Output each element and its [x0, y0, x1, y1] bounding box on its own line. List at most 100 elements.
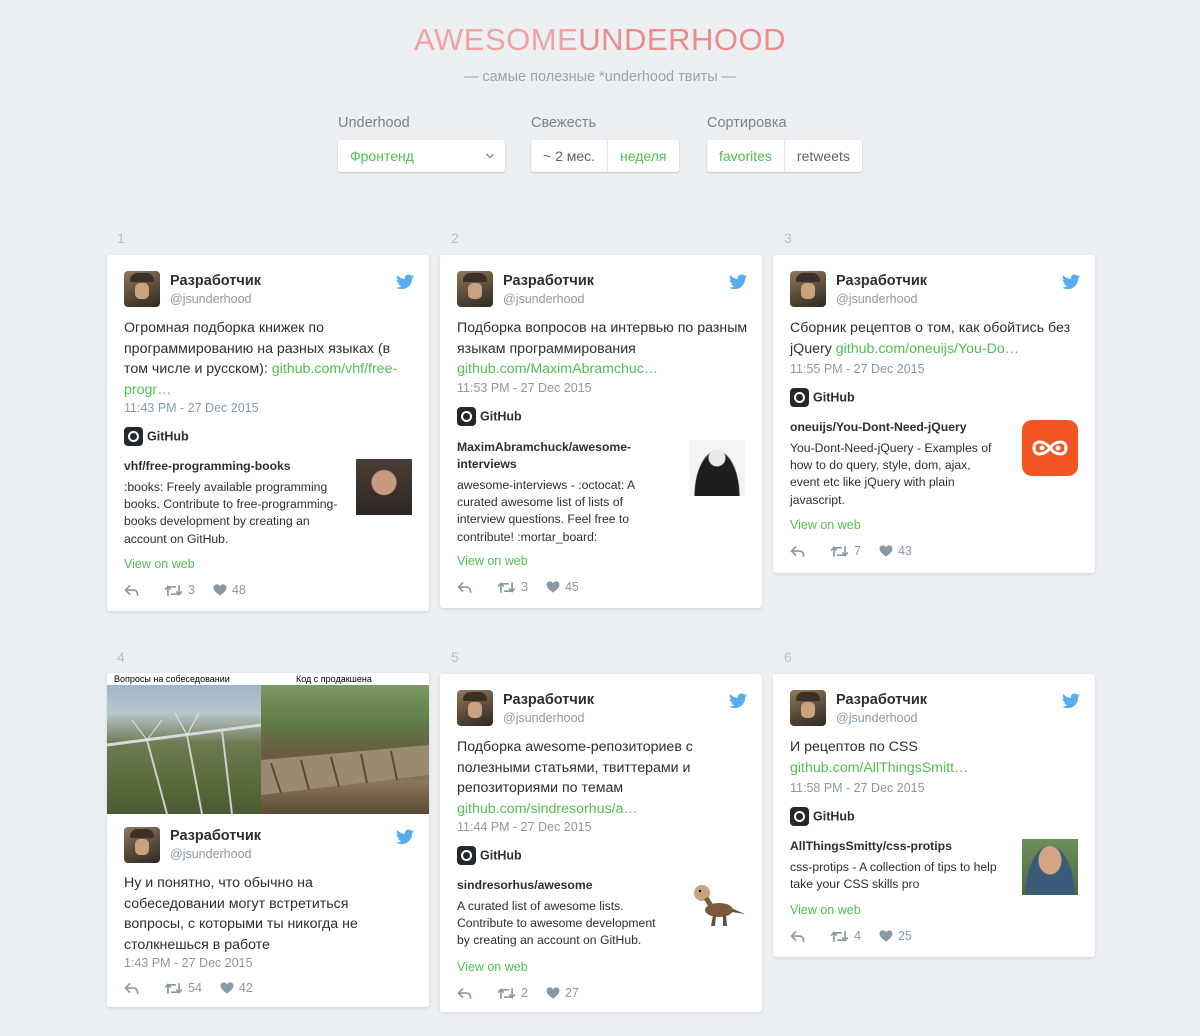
site-subtitle: — самые полезные *underhood твиты —: [463, 69, 737, 85]
tweet-date[interactable]: 11:44 PM - 27 Dec 2015: [457, 820, 592, 834]
author-name[interactable]: Разработчик: [836, 692, 927, 708]
tweet-text: Подборка awesome-репозиториев с полезным…: [457, 739, 693, 817]
avatar[interactable]: [790, 271, 826, 307]
tweet-text: Сборник рецептов о том, как обойтись без…: [790, 320, 1071, 357]
twitter-bird-icon[interactable]: [396, 274, 414, 290]
like-button[interactable]: 48: [213, 583, 246, 597]
photo-bridge-right: [261, 685, 429, 814]
reply-icon: [790, 545, 805, 558]
reply-button[interactable]: [790, 930, 810, 943]
twitter-bird-icon[interactable]: [396, 829, 414, 845]
freshness-option-week[interactable]: неделя: [607, 140, 678, 172]
photo-caption-right: Код с продакшена: [261, 673, 429, 685]
retweet-count: 2: [521, 986, 528, 1000]
author-handle[interactable]: @jsunderhood: [170, 292, 252, 306]
view-on-web-link[interactable]: View on web: [124, 557, 195, 571]
repo-title[interactable]: oneuijs/You-Dont-Need-jQuery: [790, 419, 1005, 436]
avatar[interactable]: [124, 827, 160, 863]
freshness-toggle: ~ 2 мес. неделя: [531, 140, 679, 172]
author-handle[interactable]: @jsunderhood: [503, 292, 585, 306]
like-button[interactable]: 42: [220, 981, 253, 995]
author-name[interactable]: Разработчик: [503, 692, 594, 708]
avatar[interactable]: [457, 271, 493, 307]
tweet-date[interactable]: 11:58 PM - 27 Dec 2015: [790, 781, 925, 795]
underhood-filter: Underhood Фронтенд: [338, 115, 508, 175]
author-handle[interactable]: @jsunderhood: [170, 847, 252, 861]
github-source[interactable]: GitHub: [457, 406, 522, 427]
author-handle[interactable]: @jsunderhood: [836, 292, 918, 306]
tweet-date[interactable]: 11:53 PM - 27 Dec 2015: [457, 381, 592, 395]
author-name[interactable]: Разработчик: [170, 828, 261, 844]
reply-button[interactable]: [124, 982, 144, 995]
view-on-web-link[interactable]: View on web: [790, 903, 861, 917]
view-on-web-link[interactable]: View on web: [457, 960, 528, 974]
repo-title[interactable]: vhf/free-programming-books: [124, 458, 339, 475]
heart-icon: [879, 545, 893, 557]
retweet-button[interactable]: 3: [164, 583, 195, 597]
github-source[interactable]: GitHub: [124, 426, 189, 447]
tweet-date[interactable]: 11:43 PM - 27 Dec 2015: [124, 401, 259, 415]
retweet-button[interactable]: 54: [164, 981, 202, 995]
photo-bridge-left: [107, 685, 262, 814]
github-source[interactable]: GitHub: [790, 806, 855, 827]
reply-button[interactable]: [457, 581, 477, 594]
like-button[interactable]: 45: [546, 580, 579, 594]
author-name[interactable]: Разработчик: [170, 273, 261, 289]
reply-button[interactable]: [790, 545, 810, 558]
twitter-bird-icon[interactable]: [1062, 274, 1080, 290]
repo-title[interactable]: MaximAbramchuck/awesome-interviews: [457, 439, 647, 473]
tweet-card-5: Разработчик @jsunderhood Подборка awesom…: [440, 674, 762, 1012]
tweet-actions: 54 42: [124, 980, 271, 996]
tweet-photo[interactable]: Вопросы на собеседовании Код с продакшен…: [107, 673, 429, 814]
twitter-bird-icon[interactable]: [729, 274, 747, 290]
github-source[interactable]: GitHub: [790, 387, 855, 408]
repo-description: awesome-interviews - :octocat: A curated…: [457, 478, 635, 544]
heart-icon: [546, 987, 560, 999]
author-name[interactable]: Разработчик: [836, 273, 927, 289]
tweet-text: Подборка вопросов на интервью по разным …: [457, 320, 748, 377]
retweet-button[interactable]: 2: [497, 986, 528, 1000]
retweet-button[interactable]: 3: [497, 580, 528, 594]
retweet-button[interactable]: 4: [830, 929, 861, 943]
author-handle[interactable]: @jsunderhood: [503, 711, 585, 725]
twitter-bird-icon[interactable]: [729, 693, 747, 709]
tweet-link[interactable]: github.com/sindresorhus/a…: [457, 801, 638, 817]
freshness-option-2-months[interactable]: ~ 2 мес.: [531, 140, 607, 172]
logo-part1: AWESOME: [414, 22, 579, 57]
sort-option-retweets[interactable]: retweets: [783, 140, 862, 172]
tweet-link[interactable]: github.com/AllThingsSmitt…: [790, 760, 968, 776]
repo-title[interactable]: sindresorhus/awesome: [457, 877, 672, 894]
avatar[interactable]: [790, 690, 826, 726]
like-button[interactable]: 25: [879, 929, 912, 943]
author-name[interactable]: Разработчик: [503, 273, 594, 289]
sort-option-favorites[interactable]: favorites: [707, 140, 784, 172]
tweet-card-4: Вопросы на собеседовании Код с продакшен…: [107, 673, 429, 1007]
view-on-web-link[interactable]: View on web: [457, 554, 528, 568]
retweet-icon: [830, 545, 849, 558]
underhood-select[interactable]: Фронтенд: [338, 140, 505, 172]
tweet-date[interactable]: 1:43 PM - 27 Dec 2015: [124, 956, 253, 970]
site-logo[interactable]: AWESOMEUNDERHOOD: [0, 22, 1200, 58]
tweet-rank: 4: [117, 649, 125, 665]
retweet-button[interactable]: 7: [830, 544, 861, 558]
tweet-actions: 7 43: [790, 543, 930, 559]
author-handle[interactable]: @jsunderhood: [836, 711, 918, 725]
tweet-text: И рецептов по CSS github.com/AllThingsSm…: [790, 739, 969, 776]
tweet-link[interactable]: github.com/oneuijs/You-Do…: [836, 341, 1019, 357]
tweet-link[interactable]: github.com/MaximAbramchuc…: [457, 361, 658, 377]
reply-icon: [790, 930, 805, 943]
like-button[interactable]: 43: [879, 544, 912, 558]
freshness-filter: Свежесть ~ 2 мес. неделя: [531, 115, 686, 175]
reply-button[interactable]: [124, 584, 144, 597]
like-button[interactable]: 27: [546, 986, 579, 1000]
repo-title[interactable]: AllThingsSmitty/css-protips: [790, 838, 1005, 855]
tweet-rank: 2: [451, 230, 459, 246]
tweet-date[interactable]: 11:55 PM - 27 Dec 2015: [790, 362, 925, 376]
avatar[interactable]: [457, 690, 493, 726]
view-on-web-link[interactable]: View on web: [790, 518, 861, 532]
reply-button[interactable]: [457, 987, 477, 1000]
avatar[interactable]: [124, 271, 160, 307]
twitter-bird-icon[interactable]: [1062, 693, 1080, 709]
github-source[interactable]: GitHub: [457, 845, 522, 866]
tweet-actions: 2 27: [457, 985, 597, 1001]
